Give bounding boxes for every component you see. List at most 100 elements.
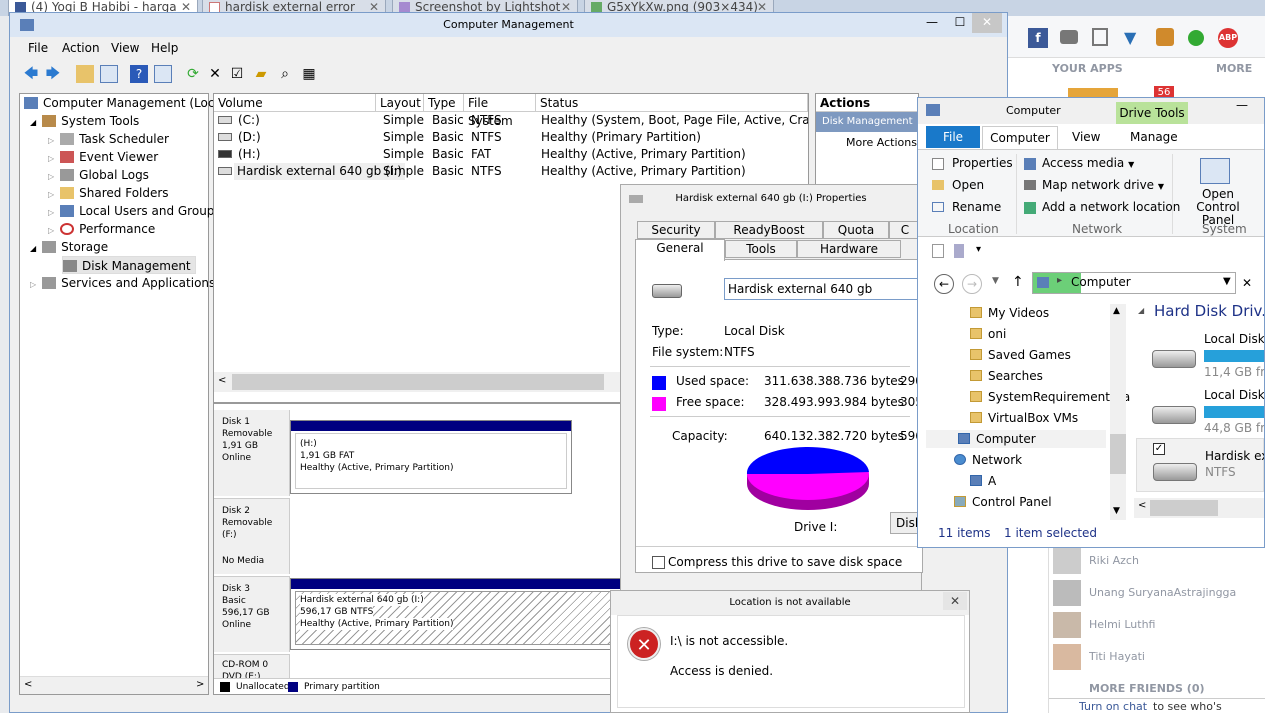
tab-security[interactable]: Security bbox=[637, 221, 715, 239]
nav-item-selected[interactable]: Computer bbox=[926, 430, 1106, 448]
menu-file[interactable]: File bbox=[28, 41, 48, 55]
disk-label[interactable]: Disk 1 Removable 1,91 GB Online bbox=[214, 410, 290, 496]
tree-item-storage[interactable]: ◢ Storage bbox=[30, 238, 108, 256]
tab-computer[interactable]: Computer bbox=[982, 126, 1058, 150]
tab-readyboost[interactable]: ReadyBoost bbox=[715, 221, 823, 239]
nav-scrollbar[interactable]: ▲ ▼ bbox=[1110, 304, 1126, 520]
scroll-left-icon[interactable]: < bbox=[24, 679, 32, 690]
shield-icon[interactable]: ▼ bbox=[1124, 28, 1140, 47]
tree-item-event-viewer[interactable]: ▷ Event Viewer bbox=[48, 148, 158, 166]
rename-button[interactable]: Rename bbox=[952, 200, 1001, 214]
nav-item[interactable]: Control Panel bbox=[954, 493, 1052, 511]
table-row[interactable]: (C:) Simple Basic NTFS Healthy (System, … bbox=[218, 112, 808, 129]
menu-action[interactable]: Action bbox=[62, 41, 100, 55]
minimize-button[interactable]: — bbox=[918, 13, 946, 33]
chevron-right-icon[interactable]: ▷ bbox=[30, 280, 36, 289]
column-header-volume[interactable]: Volume bbox=[214, 94, 376, 112]
friend-name[interactable]: Riki Azch bbox=[1089, 554, 1139, 567]
nav-item[interactable]: SystemRequirementsLa bbox=[970, 388, 1130, 406]
table-row-selected[interactable]: Hardisk external 640 gb (I:) Simple Basi… bbox=[218, 163, 808, 180]
group-header[interactable]: Hard Disk Driv... bbox=[1154, 302, 1264, 320]
refresh-icon[interactable]: ⟳ bbox=[184, 65, 202, 83]
recent-dropdown-icon[interactable]: ▼ bbox=[992, 276, 999, 286]
tree-item-disk-management[interactable]: Disk Management bbox=[62, 256, 196, 274]
close-button[interactable]: ✕ bbox=[943, 592, 967, 610]
quick-access-folder-icon[interactable] bbox=[954, 244, 964, 258]
tab-general[interactable]: General bbox=[635, 239, 725, 261]
bag-icon[interactable] bbox=[1156, 28, 1174, 46]
nav-item[interactable]: VirtualBox VMs bbox=[970, 409, 1078, 427]
scroll-left-icon[interactable]: < bbox=[218, 375, 226, 386]
chevron-right-icon[interactable]: ▷ bbox=[48, 208, 54, 217]
chevron-right-icon[interactable]: ▷ bbox=[48, 190, 54, 199]
tab-manage[interactable]: Manage bbox=[1130, 130, 1178, 144]
pin-icon[interactable] bbox=[1188, 30, 1204, 46]
search-icon[interactable]: ⌕ bbox=[276, 65, 294, 83]
tab-hardware[interactable]: Hardware bbox=[797, 240, 901, 258]
maximize-button[interactable]: ☐ bbox=[946, 13, 974, 33]
address-bar[interactable]: ▸ Computer ▼ bbox=[1032, 272, 1236, 294]
friend-name[interactable]: Unang SuryanaAstrajingga bbox=[1089, 586, 1236, 599]
nav-item[interactable]: oni bbox=[970, 325, 1006, 343]
turn-on-chat-link[interactable]: Turn on chat bbox=[1079, 700, 1147, 713]
map-network-drive-button[interactable]: Map network drive ▼ bbox=[1042, 178, 1164, 192]
partition-selected[interactable]: Hardisk external 640 gb (I:) 596,17 GB N… bbox=[290, 578, 632, 650]
tab-quota[interactable]: Quota bbox=[823, 221, 889, 239]
nav-item[interactable]: Saved Games bbox=[970, 346, 1071, 364]
minimize-button[interactable]: — bbox=[1236, 98, 1248, 112]
tree-horizontal-scrollbar[interactable]: < > bbox=[20, 676, 208, 694]
up-icon[interactable]: ↑ bbox=[1012, 274, 1024, 290]
more-apps-link[interactable]: MORE bbox=[1216, 62, 1252, 75]
access-media-button[interactable]: Access media ▼ bbox=[1042, 156, 1134, 170]
item-checkbox[interactable]: ✓ bbox=[1153, 443, 1165, 455]
up-folder-icon[interactable] bbox=[76, 65, 94, 83]
delete-icon[interactable]: ✕ bbox=[206, 65, 224, 83]
nav-item[interactable]: Network bbox=[954, 451, 1022, 469]
facebook-icon[interactable]: f bbox=[1028, 28, 1048, 48]
scrollbar-thumb[interactable] bbox=[1150, 500, 1218, 516]
column-header-status[interactable]: Status bbox=[536, 94, 808, 112]
settings-icon[interactable]: ▦ bbox=[300, 65, 318, 83]
menu-view[interactable]: View bbox=[111, 41, 139, 55]
nav-item[interactable]: A bbox=[970, 472, 996, 490]
scrollbar-thumb[interactable] bbox=[1110, 434, 1126, 474]
nav-item[interactable]: My Videos bbox=[970, 304, 1049, 322]
friend-name[interactable]: Helmi Luthfi bbox=[1089, 618, 1155, 631]
table-row[interactable]: (H:) Simple Basic FAT Healthy (Active, P… bbox=[218, 146, 808, 163]
show-action-pane-icon[interactable] bbox=[154, 65, 172, 83]
collapse-icon[interactable]: ◢ bbox=[1138, 306, 1144, 315]
forward-icon[interactable]: → bbox=[962, 274, 982, 294]
back-icon[interactable]: 🡄 bbox=[22, 65, 40, 83]
scroll-up-icon[interactable]: ▲ bbox=[1113, 306, 1120, 316]
chevron-right-icon[interactable]: ▷ bbox=[48, 136, 54, 145]
address-dropdown-icon[interactable]: ▼ bbox=[1223, 276, 1231, 287]
chevron-right-icon[interactable]: ▷ bbox=[48, 226, 54, 235]
tree-item-system-tools[interactable]: ◢ System Tools bbox=[30, 112, 139, 130]
menu-help[interactable]: Help bbox=[151, 41, 178, 55]
properties-button[interactable]: Properties bbox=[952, 156, 1013, 170]
volume-name-field[interactable] bbox=[724, 278, 934, 300]
breadcrumb[interactable]: Computer bbox=[1071, 275, 1131, 289]
disk-label[interactable]: Disk 2 Removable (F:) No Media bbox=[214, 498, 290, 574]
friend-name[interactable]: Titi Hayati bbox=[1089, 650, 1145, 663]
tree-item-global-logs[interactable]: ▷ Global Logs bbox=[48, 166, 149, 184]
help-icon[interactable]: ? bbox=[130, 65, 148, 83]
tab-file[interactable]: File bbox=[926, 126, 980, 148]
column-header-file-system[interactable]: File System bbox=[464, 94, 536, 128]
chevron-right-icon[interactable]: ▷ bbox=[48, 154, 54, 163]
add-network-location-button[interactable]: Add a network location bbox=[1042, 200, 1180, 214]
tree-item-services-applications[interactable]: ▷ Services and Applications bbox=[30, 274, 215, 292]
drive-item-selected[interactable]: ✓ Hardisk exte NTFS bbox=[1136, 438, 1264, 492]
calculator-icon[interactable] bbox=[1092, 28, 1108, 46]
disk-label[interactable]: Disk 3 Basic 596,17 GB Online bbox=[214, 576, 290, 652]
tree-item-local-users[interactable]: ▷ Local Users and Groups bbox=[48, 202, 221, 220]
tab-view[interactable]: View bbox=[1072, 130, 1100, 144]
adblock-icon[interactable]: ABP bbox=[1218, 28, 1238, 48]
forward-icon[interactable]: 🡆 bbox=[44, 65, 62, 83]
tree-item-task-scheduler[interactable]: ▷ Task Scheduler bbox=[48, 130, 169, 148]
nav-item[interactable]: Searches bbox=[970, 367, 1043, 385]
scroll-right-icon[interactable]: > bbox=[196, 679, 204, 690]
content-horizontal-scrollbar[interactable]: < bbox=[1134, 498, 1264, 518]
show-hide-tree-icon[interactable] bbox=[100, 65, 118, 83]
tree-item-computer-management[interactable]: Computer Management (Local bbox=[24, 94, 225, 112]
